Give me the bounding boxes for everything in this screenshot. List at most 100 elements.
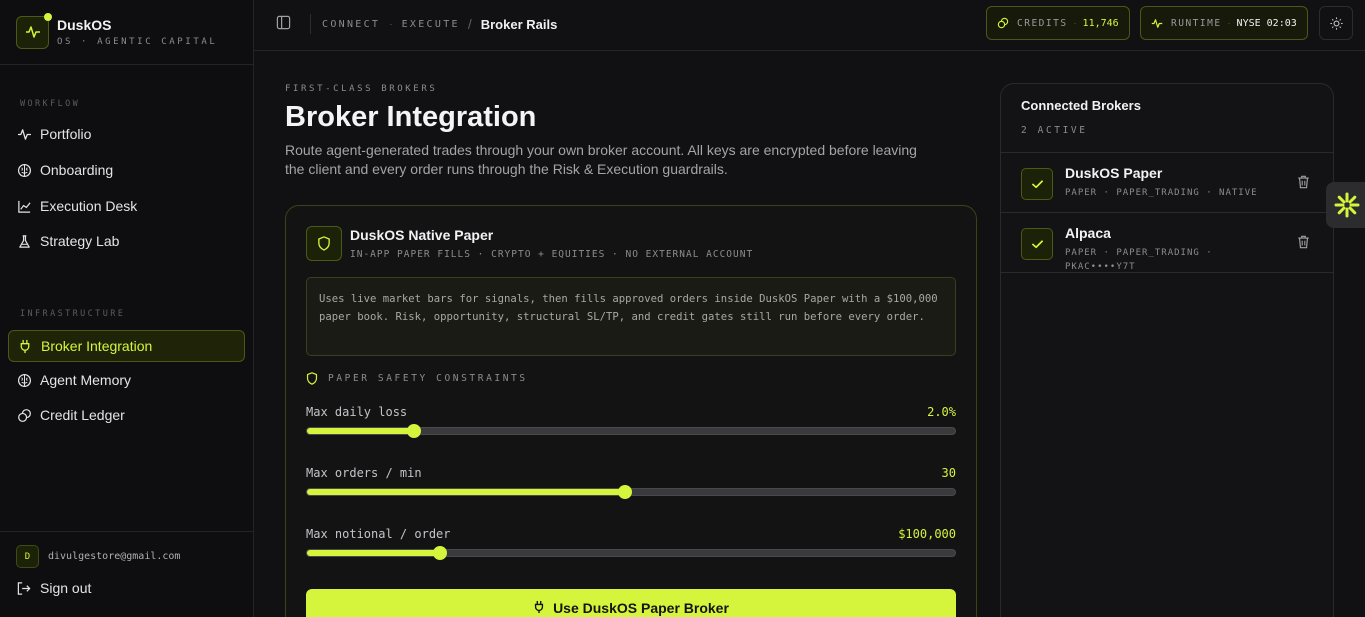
check-icon bbox=[1031, 240, 1043, 249]
flask-icon bbox=[16, 233, 32, 249]
assistant-widget-button[interactable] bbox=[1326, 182, 1365, 228]
panel-title: Connected Brokers bbox=[1021, 98, 1141, 113]
sidebar-item-label: Credit Ledger bbox=[40, 407, 125, 423]
broker-check-button[interactable] bbox=[1021, 168, 1053, 200]
native-paper-card: DuskOS Native Paper IN-APP PAPER FILLS ·… bbox=[285, 205, 977, 617]
brain-icon bbox=[16, 162, 32, 178]
sidebar-item-agent-memory[interactable]: Agent Memory bbox=[8, 364, 245, 396]
broker-meta: PAPER · PAPER_TRADING · PKAC••••Y7T bbox=[1065, 248, 1213, 272]
page-title: Broker Integration bbox=[285, 101, 537, 133]
plug-icon bbox=[17, 338, 33, 354]
avatar[interactable]: D bbox=[16, 545, 39, 568]
sidebar-footer: D divulgestore@gmail.com Sign out bbox=[0, 531, 254, 617]
sidebar-item-label: Broker Integration bbox=[41, 338, 153, 354]
user-row: D divulgestore@gmail.com bbox=[16, 545, 180, 568]
sidebar-item-portfolio[interactable]: Portfolio bbox=[8, 118, 245, 150]
sidebar-toggle-button[interactable] bbox=[276, 15, 291, 35]
slider-track[interactable] bbox=[306, 485, 956, 499]
coins-icon bbox=[997, 17, 1009, 29]
breadcrumb-slash: / bbox=[467, 16, 472, 32]
breadcrumb-connect[interactable]: CONNECT bbox=[322, 19, 380, 30]
runtime-pill[interactable]: RUNTIME · NYSE 02:03 bbox=[1140, 6, 1308, 40]
breadcrumb-current: Broker Rails bbox=[480, 16, 558, 32]
sidebar-item-strategy-lab[interactable]: Strategy Lab bbox=[8, 225, 245, 257]
status-dot bbox=[44, 12, 52, 21]
card-title: DuskOS Native Paper bbox=[350, 227, 494, 243]
slider-fill bbox=[307, 428, 414, 434]
shield-icon bbox=[318, 236, 330, 251]
broker-row: DuskOS Paper PAPER · PAPER_TRADING · NAT… bbox=[1001, 153, 1333, 213]
credits-label: CREDITS bbox=[1017, 17, 1068, 29]
sparkle-icon bbox=[1334, 192, 1360, 218]
slider-label: Max orders / min bbox=[306, 466, 422, 480]
shield-badge bbox=[306, 226, 342, 261]
broker-name: DuskOS Paper bbox=[1065, 165, 1163, 181]
broker-meta: PAPER · PAPER_TRADING · NATIVE bbox=[1065, 188, 1258, 198]
sign-out-label: Sign out bbox=[40, 580, 92, 596]
brain-icon bbox=[16, 372, 32, 388]
sidebar-item-label: Portfolio bbox=[40, 126, 92, 142]
coins-icon bbox=[16, 407, 32, 423]
workflow-heading: WORKFLOW bbox=[20, 99, 81, 109]
theme-toggle-button[interactable] bbox=[1319, 6, 1353, 40]
card-subtitle: IN-APP PAPER FILLS · CRYPTO + EQUITIES ·… bbox=[350, 249, 754, 260]
slider-value: $100,000 bbox=[898, 527, 956, 541]
slider-thumb[interactable] bbox=[433, 546, 448, 560]
slider-value: 2.0% bbox=[927, 405, 956, 419]
sign-out-button[interactable]: Sign out bbox=[16, 580, 91, 596]
credits-value: 11,746 bbox=[1082, 17, 1119, 29]
delete-broker-button[interactable] bbox=[1297, 175, 1310, 194]
sidebar-toggle-icon bbox=[276, 15, 291, 30]
brand-name: DuskOS bbox=[57, 17, 112, 33]
slider-value: 30 bbox=[941, 466, 956, 480]
trash-icon bbox=[1298, 175, 1309, 189]
slider-fill bbox=[307, 489, 626, 495]
slider-label: Max notional / order bbox=[306, 527, 451, 541]
broker-check-button[interactable] bbox=[1021, 228, 1053, 260]
constraints-heading: PAPER SAFETY CONSTRAINTS bbox=[306, 372, 528, 385]
brand-tagline: OS · AGENTIC CAPITAL bbox=[57, 37, 218, 47]
page-eyebrow: FIRST-CLASS BROKERS bbox=[285, 84, 438, 94]
use-paper-broker-button[interactable]: Use DuskOS Paper Broker bbox=[306, 589, 956, 617]
sidebar-item-label: Execution Desk bbox=[40, 198, 138, 214]
credits-pill[interactable]: CREDITS · 11,746 bbox=[986, 6, 1130, 40]
broker-name: Alpaca bbox=[1065, 225, 1111, 241]
sidebar-item-label: Onboarding bbox=[40, 162, 114, 178]
shield-icon bbox=[306, 372, 318, 385]
use-paper-broker-label: Use DuskOS Paper Broker bbox=[553, 600, 729, 616]
runtime-label: RUNTIME bbox=[1171, 17, 1222, 29]
sidebar-item-credit-ledger[interactable]: Credit Ledger bbox=[8, 399, 245, 431]
divider bbox=[310, 14, 311, 34]
sun-icon bbox=[1329, 16, 1343, 30]
topbar: CONNECT · EXECUTE / Broker Rails CREDITS… bbox=[254, 0, 1365, 51]
sidebar-item-label: Agent Memory bbox=[40, 372, 132, 388]
runtime-separator: · bbox=[1227, 18, 1231, 28]
slider-thumb[interactable] bbox=[406, 424, 421, 438]
sidebar-item-execution-desk[interactable]: Execution Desk bbox=[8, 190, 245, 222]
delete-broker-button[interactable] bbox=[1297, 235, 1310, 254]
constraints-heading-label: PAPER SAFETY CONSTRAINTS bbox=[328, 373, 528, 384]
user-email: divulgestore@gmail.com bbox=[48, 551, 181, 562]
trash-icon bbox=[1298, 235, 1309, 249]
infrastructure-heading: INFRASTRUCTURE bbox=[20, 309, 126, 319]
credits-separator: · bbox=[1073, 18, 1077, 28]
runtime-value: NYSE 02:03 bbox=[1236, 17, 1297, 29]
page-description: Route agent-generated trades through you… bbox=[285, 142, 917, 177]
pulse-icon bbox=[16, 126, 32, 142]
brand: DuskOS OS · AGENTIC CAPITAL bbox=[0, 0, 253, 65]
slider-track[interactable] bbox=[306, 424, 956, 438]
plug-icon bbox=[533, 600, 545, 614]
pulse-icon bbox=[1151, 18, 1163, 28]
chart-line-icon bbox=[16, 198, 32, 214]
slider-track[interactable] bbox=[306, 546, 956, 560]
info-box: Uses live market bars for signals, then … bbox=[306, 277, 956, 356]
slider-thumb[interactable] bbox=[618, 485, 633, 499]
sidebar-item-onboarding[interactable]: Onboarding bbox=[8, 154, 245, 186]
connected-brokers-panel: Connected Brokers 2 ACTIVE DuskOS Paper … bbox=[1000, 83, 1334, 617]
breadcrumb: CONNECT · EXECUTE / Broker Rails bbox=[322, 16, 557, 32]
sidebar-item-broker-integration[interactable]: Broker Integration bbox=[8, 330, 245, 362]
breadcrumb-execute[interactable]: EXECUTE bbox=[402, 19, 460, 30]
sidebar: DuskOS OS · AGENTIC CAPITAL WORKFLOW Por… bbox=[0, 0, 254, 617]
card-header: DuskOS Native Paper IN-APP PAPER FILLS ·… bbox=[306, 226, 753, 261]
brand-logo[interactable] bbox=[16, 12, 52, 49]
